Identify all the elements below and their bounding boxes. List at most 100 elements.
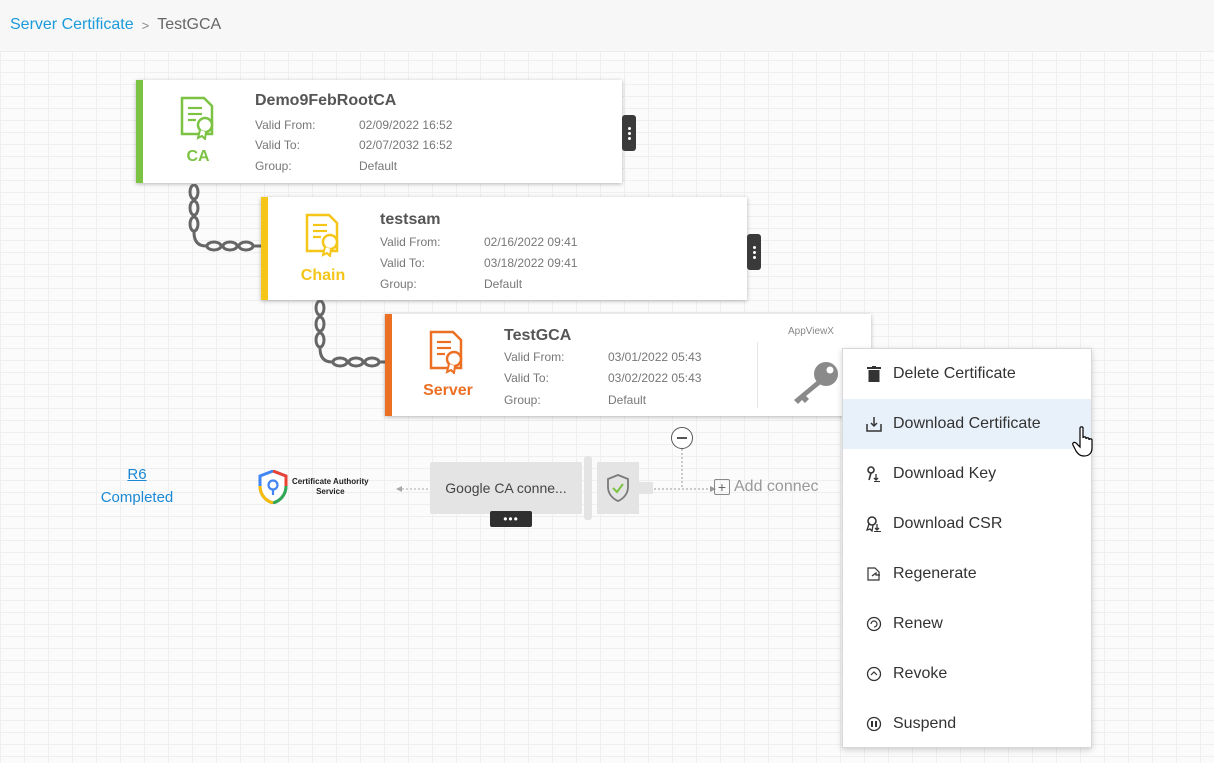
ca-group-value: Default bbox=[359, 159, 398, 173]
ca-color-stripe bbox=[136, 80, 143, 183]
menu-item-label: Download Certificate bbox=[893, 415, 1041, 432]
cas-logo-text: Certificate Authority Service bbox=[292, 477, 369, 497]
ca-group-row: Group: Default bbox=[255, 159, 397, 173]
certificate-context-menu: Delete Certificate Download Certificate … bbox=[842, 348, 1092, 748]
request-status: R6 Completed bbox=[94, 466, 180, 506]
server-valid-to-row: Valid To: 03/02/2022 05:43 bbox=[504, 371, 701, 385]
ca-group-label: Group: bbox=[255, 159, 292, 173]
chain-type-label: Chain bbox=[300, 267, 346, 284]
connector-separator-bar bbox=[584, 456, 592, 520]
menu-item-label: Revoke bbox=[893, 665, 948, 682]
menu-item-label: Download Key bbox=[893, 465, 997, 482]
request-status-text: Completed bbox=[100, 489, 174, 506]
ca-valid-from-value: 02/09/2022 16:52 bbox=[359, 118, 453, 132]
chain-valid-from-label: Valid From: bbox=[380, 235, 441, 249]
server-type-label: Server bbox=[423, 382, 473, 399]
chain-link-icon bbox=[314, 300, 388, 368]
ca-certificate-name: Demo9FebRootCA bbox=[255, 92, 397, 109]
cas-connector-line bbox=[396, 486, 430, 492]
breadcrumb-server-certificate-link[interactable]: Server Certificate bbox=[10, 16, 134, 34]
menu-item-regenerate[interactable]: Regenerate bbox=[843, 549, 1091, 599]
trash-icon bbox=[865, 365, 883, 383]
menu-item-download-certificate[interactable]: Download Certificate bbox=[843, 399, 1091, 449]
ca-type-label: CA bbox=[186, 148, 210, 165]
key-icon bbox=[794, 362, 838, 404]
menu-item-revoke[interactable]: Revoke bbox=[843, 649, 1091, 699]
chain-link-icon bbox=[188, 184, 262, 252]
server-card-divider bbox=[757, 342, 758, 408]
server-valid-to-label: Valid To: bbox=[504, 371, 549, 385]
revoke-icon bbox=[865, 665, 883, 683]
certificate-authority-service-logo: Certificate Authority Service bbox=[258, 470, 369, 504]
google-cas-shield-icon bbox=[258, 470, 288, 504]
menu-item-renew[interactable]: Renew bbox=[843, 599, 1091, 649]
menu-item-label: Suspend bbox=[893, 715, 957, 732]
key-download-icon bbox=[865, 465, 883, 483]
chain-certificate-icon bbox=[303, 213, 343, 259]
download-icon bbox=[865, 415, 883, 433]
menu-item-suspend[interactable]: Suspend bbox=[843, 699, 1091, 749]
server-group-value: Default bbox=[608, 393, 647, 407]
chain-certificate-name: testsam bbox=[380, 211, 441, 228]
csr-download-icon bbox=[865, 515, 883, 533]
chain-group-row: Group: Default bbox=[380, 277, 522, 291]
regenerate-icon bbox=[865, 565, 883, 583]
menu-item-download-key[interactable]: Download Key bbox=[843, 449, 1091, 499]
chain-valid-from-value: 02/16/2022 09:41 bbox=[484, 235, 578, 249]
server-valid-to-value: 03/02/2022 05:43 bbox=[608, 371, 702, 385]
chain-group-value: Default bbox=[484, 277, 523, 291]
connector-dotted-line bbox=[650, 449, 716, 492]
breadcrumb-separator: > bbox=[141, 17, 150, 33]
chain-valid-from-row: Valid From: 02/16/2022 09:41 bbox=[380, 235, 577, 249]
menu-item-download-csr[interactable]: Download CSR bbox=[843, 499, 1091, 549]
menu-item-label: Regenerate bbox=[893, 565, 977, 582]
breadcrumb-current: TestGCA bbox=[157, 16, 222, 33]
renew-icon bbox=[865, 615, 883, 633]
google-ca-connector[interactable]: Google CA conne... bbox=[430, 462, 582, 514]
chain-color-stripe bbox=[261, 197, 268, 300]
add-connector-button[interactable]: + Add connec bbox=[714, 478, 842, 496]
ca-certificate-icon bbox=[178, 96, 218, 142]
suspend-icon bbox=[865, 715, 883, 733]
server-valid-from-row: Valid From: 03/01/2022 05:43 bbox=[504, 350, 701, 364]
shield-check-box[interactable] bbox=[597, 462, 639, 514]
ca-certificate-card[interactable]: CA Demo9FebRootCA Valid From: 02/09/2022… bbox=[136, 80, 622, 183]
cas-logo-line2: Service bbox=[316, 487, 345, 496]
add-connector-label: Add connec bbox=[734, 478, 819, 495]
hand-cursor-icon bbox=[1072, 426, 1093, 457]
menu-item-label: Renew bbox=[893, 615, 943, 632]
shield-check-icon bbox=[607, 474, 629, 502]
server-group-row: Group: Default bbox=[504, 393, 646, 407]
server-group-label: Group: bbox=[504, 393, 541, 407]
plus-icon: + bbox=[714, 479, 730, 495]
chain-group-label: Group: bbox=[380, 277, 417, 291]
chain-valid-to-value: 03/18/2022 09:41 bbox=[484, 256, 578, 270]
server-valid-from-value: 03/01/2022 05:43 bbox=[608, 350, 702, 364]
chain-valid-to-row: Valid To: 03/18/2022 09:41 bbox=[380, 256, 577, 270]
menu-item-delete-certificate[interactable]: Delete Certificate bbox=[843, 349, 1091, 399]
chain-certificate-card[interactable]: Chain testsam Valid From: 02/16/2022 09:… bbox=[261, 197, 747, 300]
server-certificate-icon bbox=[427, 330, 467, 376]
breadcrumb: Server Certificate > TestGCA bbox=[10, 16, 221, 34]
top-bar: Server Certificate > TestGCA bbox=[0, 0, 1214, 52]
ca-valid-to-row: Valid To: 02/07/2032 16:52 bbox=[255, 138, 452, 152]
chain-card-more-options-button[interactable] bbox=[747, 234, 761, 270]
request-id-link[interactable]: R6 bbox=[94, 466, 180, 483]
google-ca-connector-label: Google CA conne... bbox=[445, 480, 567, 496]
ca-valid-to-label: Valid To: bbox=[255, 138, 300, 152]
vendor-label: AppViewX bbox=[788, 326, 834, 337]
ca-valid-from-row: Valid From: 02/09/2022 16:52 bbox=[255, 118, 452, 132]
menu-item-label: Delete Certificate bbox=[893, 365, 1016, 382]
connector-more-button[interactable]: ••• bbox=[490, 511, 532, 527]
connector-nub bbox=[639, 482, 653, 494]
server-valid-from-label: Valid From: bbox=[504, 350, 565, 364]
chain-valid-to-label: Valid To: bbox=[380, 256, 425, 270]
ca-valid-from-label: Valid From: bbox=[255, 118, 316, 132]
cas-logo-line1: Certificate Authority bbox=[292, 477, 369, 486]
collapse-minus-button[interactable] bbox=[671, 427, 693, 449]
menu-item-label: Download CSR bbox=[893, 515, 1003, 532]
server-color-stripe bbox=[385, 314, 392, 416]
server-certificate-name: TestGCA bbox=[504, 327, 572, 344]
ca-card-more-options-button[interactable] bbox=[622, 115, 636, 151]
ca-valid-to-value: 02/07/2032 16:52 bbox=[359, 138, 453, 152]
